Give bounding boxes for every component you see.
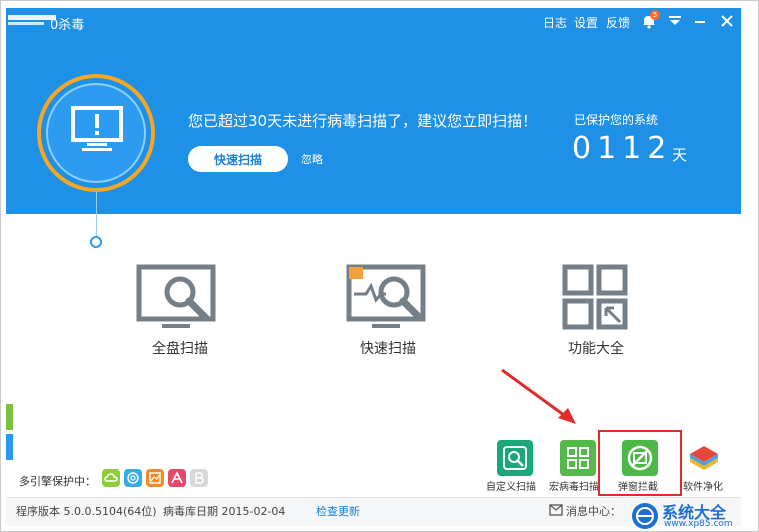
protected-days-unit: 天: [672, 146, 688, 164]
check-update-link[interactable]: 检查更新: [316, 503, 360, 519]
monitor-quick-scan-icon: [346, 264, 426, 328]
macro-scan-icon: [567, 447, 589, 469]
cloud-engine-icon[interactable]: [102, 469, 120, 487]
all-features-button[interactable]: 功能大全: [536, 258, 656, 368]
macro-scan-label: 宏病毒扫描: [549, 482, 599, 493]
protected-days-label: 已保护您的系统: [574, 113, 659, 127]
software-clean-label: 软件净化: [683, 482, 723, 493]
chart-engine-icon[interactable]: [146, 469, 164, 487]
mail-icon: [549, 504, 563, 516]
notification-badge: 5: [650, 10, 660, 20]
app-title: 0杀毒: [50, 18, 85, 33]
message-center-label[interactable]: 消息中心：: [566, 503, 621, 519]
full-scan-label: 全盘扫描: [152, 341, 208, 357]
menu-settings[interactable]: 设置: [574, 14, 598, 31]
program-version: 程序版本 5.0.0.5104(64位): [16, 505, 157, 518]
custom-scan-label: 自定义扫描: [486, 482, 536, 493]
menu-feedback[interactable]: 反馈: [606, 14, 630, 31]
side-tab-green[interactable]: [6, 404, 13, 430]
quick-scan-tile-label: 快速扫描: [360, 341, 416, 357]
menu-log[interactable]: 日志: [543, 14, 567, 31]
custom-scan-button[interactable]: [497, 440, 533, 476]
timeline-dot: [90, 236, 102, 248]
protected-days-count: 0112: [572, 131, 673, 166]
swirl-engine-icon[interactable]: [124, 469, 142, 487]
annotation-arrow-icon: [501, 368, 576, 424]
b-engine-icon[interactable]: [190, 469, 208, 487]
all-features-label: 功能大全: [568, 341, 624, 357]
ignore-link[interactable]: 忽略: [301, 151, 323, 167]
minimize-icon[interactable]: [694, 16, 706, 26]
monitor-magnifier-icon: [136, 264, 216, 328]
virus-db-date: 病毒库日期 2015-02-04: [163, 505, 286, 518]
site-watermark: 系统大全 www.xp85.com: [628, 501, 756, 531]
software-clean-icon: [690, 446, 718, 470]
full-scan-button[interactable]: 全盘扫描: [120, 258, 240, 368]
dropdown-menu-icon[interactable]: [668, 15, 682, 27]
software-clean-button[interactable]: [686, 440, 722, 476]
watermark-url: www.xp85.com: [664, 519, 733, 529]
monitor-warning-icon: [71, 106, 123, 151]
quick-scan-button[interactable]: 快速扫描: [188, 146, 288, 172]
timeline-connector: [96, 192, 97, 238]
scan-warning-headline: 您已超过30天未进行病毒扫描了，建议您立即扫描！: [188, 112, 538, 130]
quick-scan-tile[interactable]: 快速扫描: [328, 258, 448, 368]
side-tab-blue[interactable]: [6, 434, 13, 460]
grid-apps-icon: [562, 264, 628, 330]
custom-scan-icon: [503, 446, 527, 470]
annotation-highlight-box: [598, 430, 682, 496]
close-icon[interactable]: [720, 14, 734, 28]
macro-scan-button[interactable]: [560, 440, 596, 476]
app-logo: [8, 15, 56, 20]
watermark-logo-icon: [632, 503, 658, 529]
avira-engine-icon[interactable]: [168, 469, 186, 487]
app-logo-underline: [8, 22, 44, 25]
engines-label: 多引擎保护中：: [19, 475, 96, 488]
